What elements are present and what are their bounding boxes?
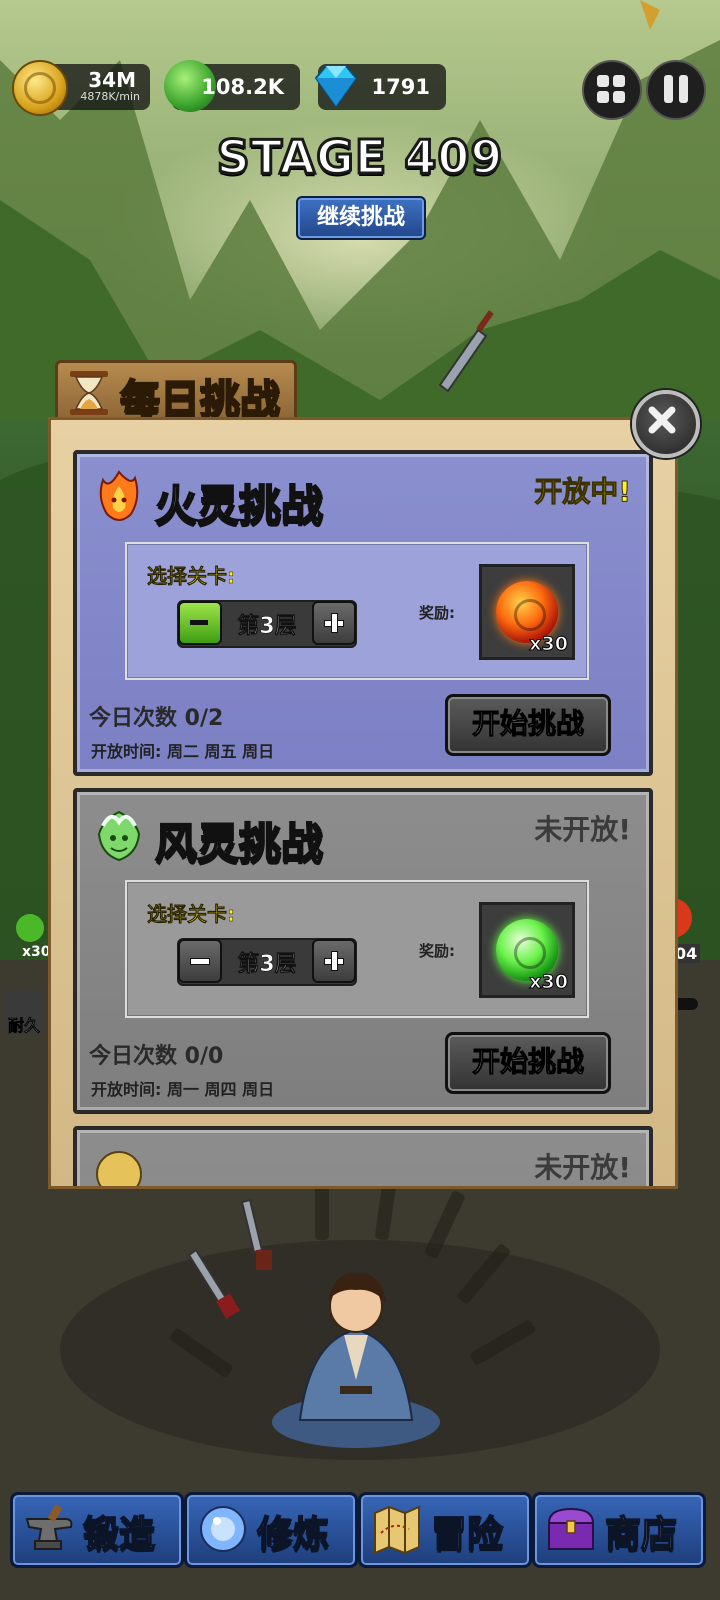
wind-open-time: 开放时间: 周一 周四 周日 [91,1080,275,1099]
nav-adventure-label: 冒险 [430,1513,504,1556]
wind-reward-item[interactable]: x30 [479,902,575,998]
fire-level-stepper: 第3层 [177,600,357,648]
fire-reward-qty: x30 [529,633,569,656]
durability-label: 耐久 [8,1016,41,1036]
fire-spirit-icon [99,470,139,521]
nav-shop-label: 商店 [604,1513,678,1556]
third-status-badge: 未开放! [534,1151,631,1184]
fire-reward-label: 奖励: [419,604,455,622]
wind-level-minus-button[interactable] [178,939,222,983]
fire-start-challenge-button[interactable]: 开始挑战 [445,694,611,756]
wind-spirit-icon [97,810,141,862]
third-spirit-icon [96,1151,142,1186]
wind-level-value: 第3层 [237,952,297,978]
coin-counter: 34M 4878K/min [12,60,150,116]
pause-icon [664,75,688,103]
jade-counter: 108.2K [164,60,300,112]
wind-level-stepper: 第3层 [177,938,357,986]
jade-value: 108.2K [201,75,284,99]
gem-value: 1791 [371,75,430,99]
hourglass-icon [70,371,108,415]
pause-button[interactable] [646,60,706,120]
chest-icon [547,1507,595,1550]
coin-rate: 4878K/min [80,90,140,103]
coin-icon [12,60,68,116]
fire-level-selector: 选择关卡: 第3层 奖励: x30 [125,542,589,680]
wind-status-badge: 未开放! [534,813,631,846]
close-icon [648,406,676,434]
continue-challenge-button[interactable]: 继续挑战 [296,196,426,240]
fire-challenge-card: 火灵挑战 开放中! 选择关卡: 第3层 奖励: x30 今日次数 0/2 开放时… [73,450,653,776]
fire-challenge-title: 火灵挑战 [154,480,324,531]
coin-value: 34M [88,68,136,92]
close-button[interactable] [632,390,700,458]
fire-level-value: 第3层 [237,614,297,640]
wind-select-label: 选择关卡: [147,902,236,927]
daily-challenge-panel: 火灵挑战 开放中! 选择关卡: 第3层 奖励: x30 今日次数 0/2 开放时… [48,417,678,1189]
grid-icon [597,75,625,103]
wind-reward-qty: x30 [529,971,569,994]
side-jade-qty: x30 [22,944,51,960]
map-icon [374,1505,420,1555]
fire-daily-count: 今日次数 0/2 [89,706,224,731]
wind-level-plus-button[interactable] [312,939,356,983]
fire-status-badge: 开放中! [534,475,632,509]
diamond-icon [314,65,358,108]
nav-cultivate-label: 修炼 [256,1513,330,1556]
wind-start-challenge-button[interactable]: 开始挑战 [445,1032,611,1094]
wind-level-selector: 选择关卡: 第3层 奖励: x30 [125,880,589,1018]
wind-daily-count: 今日次数 0/0 [89,1044,224,1069]
nav-forge-label: 锻造 [82,1513,156,1556]
fire-open-time: 开放时间: 周二 周五 周日 [91,742,275,761]
fire-reward-item[interactable]: x30 [479,564,575,660]
nav-adventure-button[interactable]: 冒险 [358,1492,532,1568]
stage-title: STAGE 409 [215,129,504,186]
wind-challenge-card: 风灵挑战 未开放! 选择关卡: 第3层 奖励: x30 今日次数 0/0 开放时… [73,788,653,1114]
fire-level-plus-button[interactable] [312,601,356,645]
third-challenge-card: 未开放! [73,1126,653,1186]
wind-challenge-title: 风灵挑战 [154,818,324,869]
orb-icon [200,1506,246,1552]
wind-reward-label: 奖励: [419,942,455,960]
anvil-icon [25,1504,73,1550]
nav-forge-button[interactable]: 锻造 [10,1492,184,1568]
menu-grid-button[interactable] [582,60,642,120]
fire-select-label: 选择关卡: [147,564,236,589]
nav-shop-button[interactable]: 商店 [532,1492,706,1568]
nav-cultivate-button[interactable]: 修炼 [184,1492,358,1568]
gem-counter: 1791 [314,64,446,110]
fire-level-minus-button[interactable] [178,601,222,645]
